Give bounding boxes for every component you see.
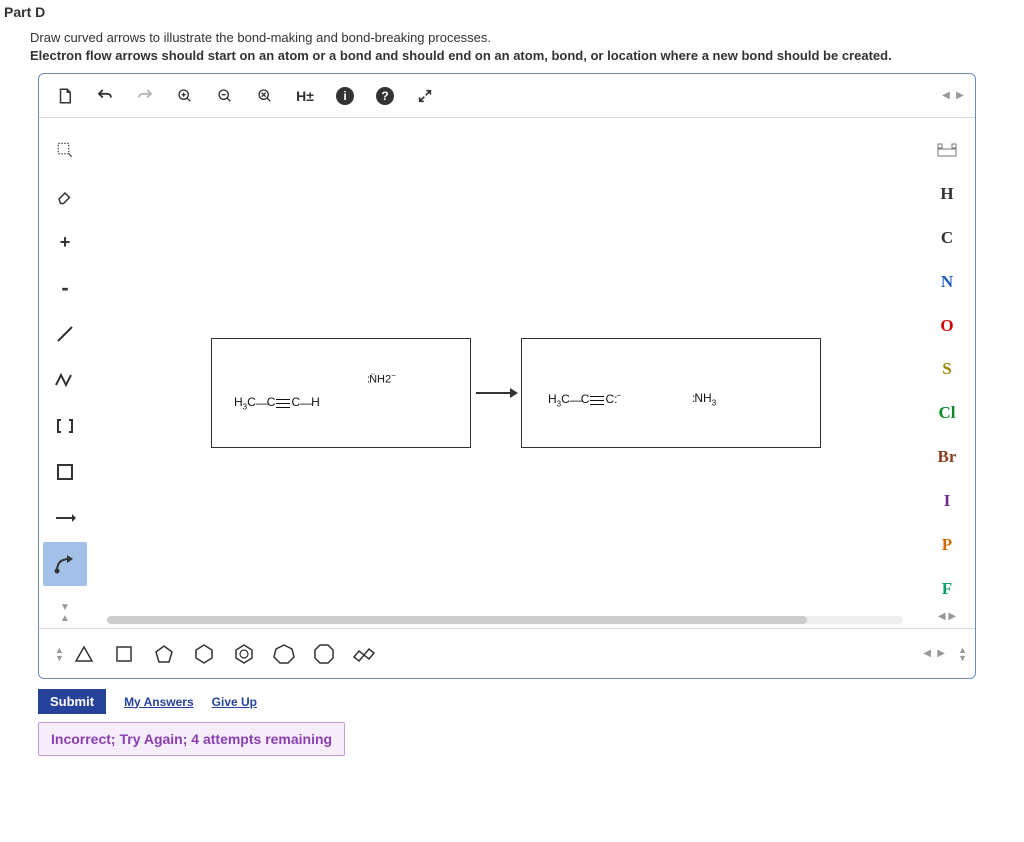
reactant-box[interactable]: :N̈H2− H3C—CC—H — [211, 338, 471, 448]
element-H[interactable]: H — [924, 172, 970, 216]
reaction-arrow-tool-icon[interactable] — [43, 496, 87, 540]
curved-arrow-tool-icon[interactable] — [43, 542, 87, 586]
product-acetylide[interactable]: H3C—CC:− — [548, 391, 621, 408]
element-Br[interactable]: Br — [924, 435, 970, 479]
fullscreen-icon[interactable] — [407, 78, 443, 114]
periodic-table-icon[interactable] — [924, 128, 970, 172]
single-bond-tool-icon[interactable] — [43, 312, 87, 356]
marquee-tool-icon[interactable] — [43, 128, 87, 172]
ring-toolbar-prev-icon[interactable]: ◀ — [920, 648, 934, 659]
element-S[interactable]: S — [924, 348, 970, 392]
element-N[interactable]: N — [924, 260, 970, 304]
feedback-message: Incorrect; Try Again; 4 attempts remaini… — [38, 722, 345, 756]
h-plus-minus-button[interactable]: H± — [287, 78, 323, 114]
element-palette-nav-icon[interactable]: ◀ ▶ — [937, 611, 957, 622]
hexagon-ring-icon[interactable] — [184, 634, 224, 674]
reactant-molecule[interactable]: H3C—CC—H — [234, 395, 320, 411]
triangle-ring-icon[interactable] — [64, 634, 104, 674]
canvas-scrollbar[interactable] — [107, 616, 903, 624]
reaction-arrow[interactable] — [471, 385, 521, 401]
h-plus-minus-label: H± — [296, 88, 314, 104]
benzene-ring-icon[interactable] — [224, 634, 264, 674]
ring-size-stepper[interactable]: ▲▼ — [55, 646, 64, 662]
chain-tool-icon[interactable] — [43, 358, 87, 402]
instruction-2: Electron flow arrows should start on an … — [30, 48, 1024, 63]
give-up-link[interactable]: Give Up — [212, 695, 257, 709]
instruction-1: Draw curved arrows to illustrate the bon… — [30, 30, 1024, 45]
toolbar-next-icon[interactable]: ▶ — [953, 90, 967, 101]
zoom-out-icon[interactable] — [207, 78, 243, 114]
element-O[interactable]: O — [924, 304, 970, 348]
element-P[interactable]: P — [924, 523, 970, 567]
structure-editor: H± i ? ◀ ▶ + - — [38, 73, 976, 679]
left-toolbar: + - ▼▲ — [39, 118, 91, 628]
eraser-tool-icon[interactable] — [43, 174, 87, 218]
ring-toolbar-stepper[interactable]: ▲▼ — [958, 646, 967, 662]
octagon-ring-icon[interactable] — [304, 634, 344, 674]
new-page-icon[interactable] — [47, 78, 83, 114]
element-palette: H C N O S Cl Br I P F ◀ ▶ — [919, 118, 975, 628]
element-F[interactable]: F — [924, 567, 970, 611]
my-answers-link[interactable]: My Answers — [124, 695, 194, 709]
left-toolbar-down-icon[interactable]: ▼▲ — [58, 602, 72, 624]
box-tool-icon[interactable] — [43, 450, 87, 494]
submit-button[interactable]: Submit — [38, 689, 106, 714]
drawing-canvas[interactable]: :N̈H2− H3C—CC—H H3C—CC:− :NH3 — [91, 118, 919, 628]
ring-toolbar: ▲▼ — [39, 628, 975, 678]
top-toolbar: H± i ? ◀ ▶ — [39, 74, 975, 118]
bracket-tool-icon[interactable] — [43, 404, 87, 448]
element-C[interactable]: C — [924, 216, 970, 260]
submit-row: Submit My Answers Give Up — [38, 689, 1024, 714]
element-I[interactable]: I — [924, 479, 970, 523]
info-icon[interactable]: i — [327, 78, 363, 114]
toolbar-prev-icon[interactable]: ◀ — [939, 90, 953, 101]
reaction-scheme: :N̈H2− H3C—CC—H H3C—CC:− :NH3 — [211, 338, 821, 448]
zoom-in-icon[interactable] — [167, 78, 203, 114]
plus-charge-icon[interactable]: + — [43, 220, 87, 264]
zoom-reset-icon[interactable] — [247, 78, 283, 114]
help-icon[interactable]: ? — [367, 78, 403, 114]
square-ring-icon[interactable] — [104, 634, 144, 674]
heptagon-ring-icon[interactable] — [264, 634, 304, 674]
part-label: Part D — [4, 4, 1024, 20]
ring-toolbar-next-icon[interactable]: ▶ — [934, 648, 948, 659]
chair-ring-icon[interactable] — [344, 634, 384, 674]
product-ammonia[interactable]: :NH3 — [692, 391, 716, 407]
pentagon-ring-icon[interactable] — [144, 634, 184, 674]
undo-icon[interactable] — [87, 78, 123, 114]
minus-charge-icon[interactable]: - — [43, 266, 87, 310]
product-box[interactable]: H3C—CC:− :NH3 — [521, 338, 821, 448]
amide-reagent[interactable]: :N̈H2− — [367, 371, 396, 386]
element-Cl[interactable]: Cl — [924, 391, 970, 435]
redo-icon[interactable] — [127, 78, 163, 114]
